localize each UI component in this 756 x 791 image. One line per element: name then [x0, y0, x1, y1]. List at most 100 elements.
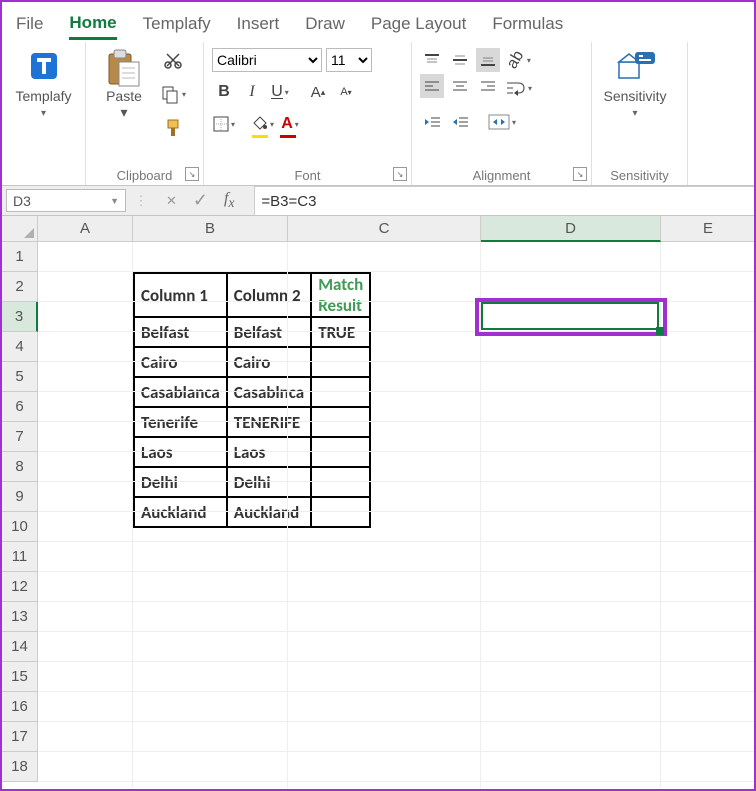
cell[interactable]: Delhi	[227, 467, 311, 497]
clipboard-dialog-launcher[interactable]: ↘	[185, 167, 199, 181]
accept-formula-button[interactable]: ✓	[193, 190, 208, 211]
col-header-A[interactable]: A	[38, 216, 133, 242]
cell[interactable]: Delhi	[134, 467, 227, 497]
align-middle-button[interactable]	[448, 48, 472, 72]
tab-formulas[interactable]: Formulas	[492, 10, 563, 38]
align-left-button[interactable]	[420, 74, 444, 98]
row-header-8[interactable]: 8	[2, 452, 38, 482]
ribbon: Templafy ▾ Paste ▾ ▾	[2, 42, 754, 186]
format-painter-button[interactable]	[161, 116, 185, 140]
decrease-indent-button[interactable]	[420, 110, 444, 134]
cell[interactable]: Casablnca	[227, 377, 311, 407]
header-match-result[interactable]: Match Result	[311, 273, 370, 317]
copy-icon	[160, 84, 180, 104]
cell[interactable]: Belfast	[227, 317, 311, 347]
cell[interactable]	[311, 497, 370, 527]
wrap-text-button[interactable]: ▾	[506, 76, 532, 100]
row-header-2[interactable]: 2	[2, 272, 38, 302]
row-header-10[interactable]: 10	[2, 512, 38, 542]
row-header-9[interactable]: 9	[2, 482, 38, 512]
row-header-17[interactable]: 17	[2, 722, 38, 752]
fill-handle[interactable]	[656, 327, 664, 335]
merge-icon	[488, 114, 510, 130]
italic-button[interactable]: I	[240, 80, 264, 104]
tab-file[interactable]: File	[16, 10, 43, 38]
active-cell-border	[481, 302, 659, 330]
row-header-4[interactable]: 4	[2, 332, 38, 362]
cell[interactable]: Laos	[227, 437, 311, 467]
group-label-alignment: Alignment	[420, 164, 583, 183]
align-top-button[interactable]	[420, 48, 444, 72]
formula-input[interactable]: =B3=C3	[254, 186, 754, 215]
tab-insert[interactable]: Insert	[237, 10, 280, 38]
col-header-C[interactable]: C	[288, 216, 481, 242]
tab-templafy[interactable]: Templafy	[143, 10, 211, 38]
cell[interactable]: Laos	[134, 437, 227, 467]
font-dialog-launcher[interactable]: ↘	[393, 167, 407, 181]
row-header-6[interactable]: 6	[2, 392, 38, 422]
paste-button[interactable]: Paste ▾	[94, 48, 154, 121]
row-header-18[interactable]: 18	[2, 752, 38, 782]
row-header-14[interactable]: 14	[2, 632, 38, 662]
cell[interactable]: Belfast	[134, 317, 227, 347]
row-header-12[interactable]: 12	[2, 572, 38, 602]
row-header-7[interactable]: 7	[2, 422, 38, 452]
templafy-button[interactable]: Templafy ▾	[10, 48, 77, 119]
align-bottom-button[interactable]	[476, 48, 500, 72]
font-name-select[interactable]: Calibri	[212, 48, 322, 72]
row-header-11[interactable]: 11	[2, 542, 38, 572]
bold-button[interactable]: B	[212, 80, 236, 104]
header-col2[interactable]: Column 2	[227, 273, 311, 317]
cell[interactable]: TRUE	[311, 317, 370, 347]
grow-font-button[interactable]: A▴	[306, 80, 330, 104]
group-templafy: Templafy ▾	[2, 42, 86, 185]
spreadsheet-area[interactable]: ABCDE 123456789101112131415161718 Column…	[2, 216, 754, 788]
select-all-corner[interactable]	[2, 216, 38, 242]
cell[interactable]	[311, 407, 370, 437]
cell[interactable]	[311, 377, 370, 407]
row-header-13[interactable]: 13	[2, 602, 38, 632]
borders-button[interactable]: ▾	[212, 112, 236, 136]
cell[interactable]: Auckland	[227, 497, 311, 527]
tab-home[interactable]: Home	[69, 9, 116, 40]
cell[interactable]: Auckland	[134, 497, 227, 527]
cell[interactable]: Casablanca	[134, 377, 227, 407]
cell[interactable]: Tenerife	[134, 407, 227, 437]
cell[interactable]: TENERIFE	[227, 407, 311, 437]
cell[interactable]	[311, 467, 370, 497]
shrink-font-button[interactable]: A▾	[334, 80, 358, 104]
tab-draw[interactable]: Draw	[305, 10, 345, 38]
col-header-E[interactable]: E	[661, 216, 754, 242]
cell[interactable]	[311, 347, 370, 377]
font-color-button[interactable]: A▾	[278, 112, 302, 136]
copy-button[interactable]: ▾	[160, 82, 186, 106]
row-header-16[interactable]: 16	[2, 692, 38, 722]
fill-color-button[interactable]: ▾	[250, 112, 274, 136]
col-header-B[interactable]: B	[133, 216, 288, 242]
align-right-button[interactable]	[476, 74, 500, 98]
align-center-button[interactable]	[448, 74, 472, 98]
row-header-1[interactable]: 1	[2, 242, 38, 272]
cut-button[interactable]	[161, 48, 185, 72]
sensitivity-button[interactable]: Sensitivity ▾	[600, 48, 670, 119]
data-table[interactable]: Column 1Column 2Match ResultBelfastBelfa…	[133, 272, 371, 528]
header-col1[interactable]: Column 1	[134, 273, 227, 317]
cell[interactable]: Cairo	[227, 347, 311, 377]
row-header-15[interactable]: 15	[2, 662, 38, 692]
name-box[interactable]: D3 ▼	[6, 189, 126, 212]
cancel-formula-button[interactable]: ✕	[166, 193, 177, 209]
row-header-5[interactable]: 5	[2, 362, 38, 392]
fx-icon[interactable]: fx	[224, 190, 234, 211]
cell[interactable]	[311, 437, 370, 467]
orientation-button[interactable]: ab▾	[506, 48, 532, 72]
underline-button[interactable]: U▾	[268, 80, 292, 104]
table-row: DelhiDelhi	[134, 467, 370, 497]
col-header-D[interactable]: D	[481, 216, 661, 242]
font-size-select[interactable]: 11	[326, 48, 372, 72]
cell[interactable]: Cairo	[134, 347, 227, 377]
alignment-dialog-launcher[interactable]: ↘	[573, 167, 587, 181]
row-header-3[interactable]: 3	[2, 302, 38, 332]
merge-center-button[interactable]: ▾	[488, 110, 516, 134]
increase-indent-button[interactable]	[448, 110, 472, 134]
tab-page-layout[interactable]: Page Layout	[371, 10, 466, 38]
